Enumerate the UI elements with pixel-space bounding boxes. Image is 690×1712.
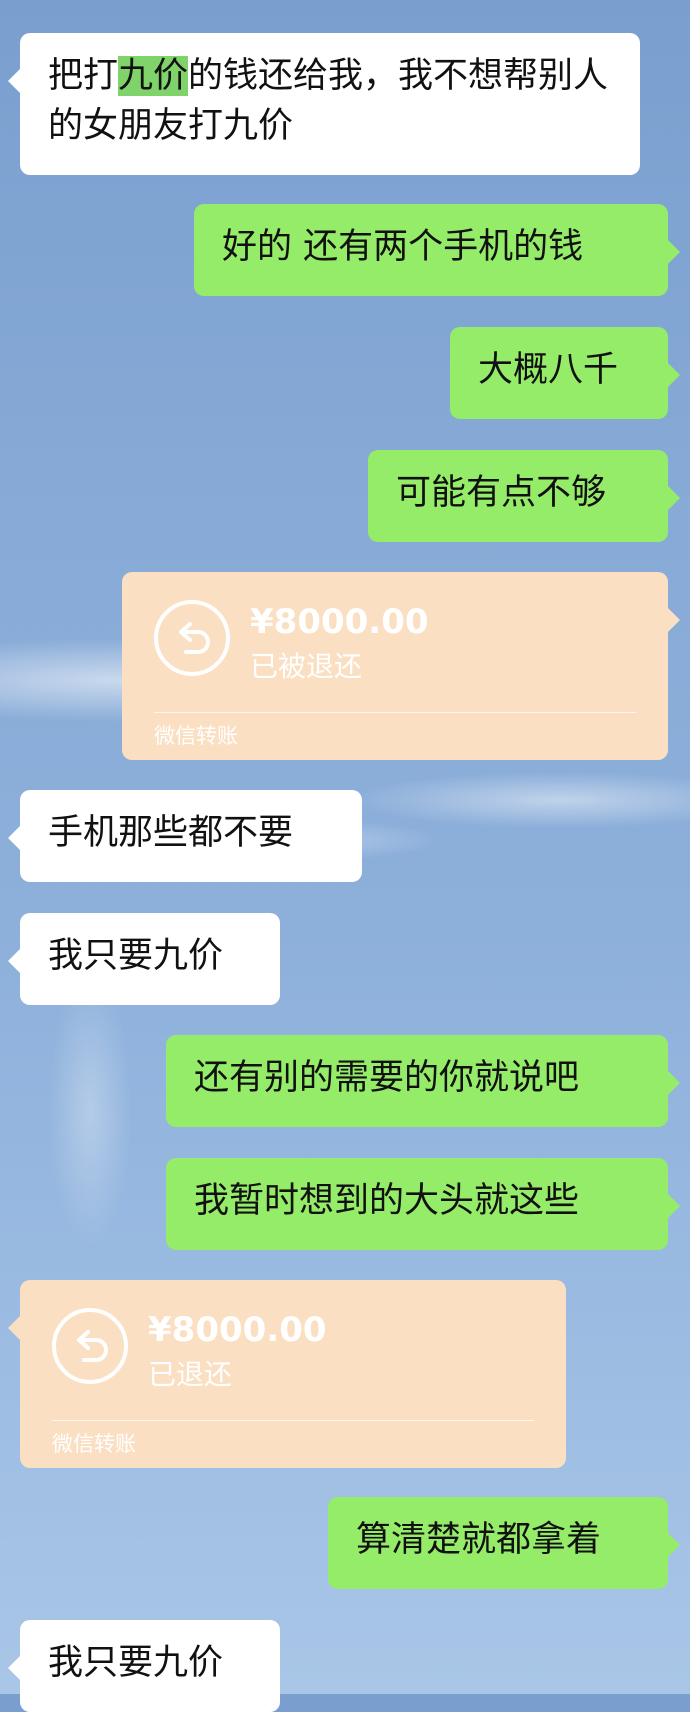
transfer-amount: ¥8000.00 (148, 1310, 327, 1350)
message-sent[interactable]: 还有别的需要的你就说吧 (166, 1035, 680, 1127)
message-text: 算清楚就都拿着 (356, 1520, 602, 1560)
message-received[interactable]: 我只要九价 (8, 913, 280, 1005)
message-text: 大概八千 (478, 350, 619, 390)
message-received[interactable]: 把打九价的钱还给我，我不想帮别人的女朋友打九价 (8, 33, 640, 175)
message-received[interactable]: 我只要九价 (8, 1620, 280, 1712)
message-sent[interactable]: 可能有点不够 (368, 450, 680, 542)
transfer-footer: 微信转账 (154, 724, 238, 748)
transfer-amount: ¥8000.00 (250, 602, 429, 642)
transfer-status: 已退还 (148, 1358, 233, 1391)
transfer-divider (154, 712, 636, 713)
message-sent[interactable]: 大概八千 (450, 327, 680, 419)
message-text: 手机那些都不要 (48, 813, 294, 853)
message-text: 我暂时想到的大头就这些 (194, 1181, 580, 1221)
message-text: 可能有点不够 (396, 473, 607, 513)
message-text: 好的 还有两个手机的钱 (222, 227, 584, 267)
refund-arrow-icon (52, 1308, 128, 1384)
transfer-footer: 微信转账 (52, 1432, 136, 1456)
message-text: 我只要九价 (48, 1643, 224, 1683)
message-text: 我只要九价 (48, 936, 224, 976)
message-sent[interactable]: 算清楚就都拿着 (328, 1497, 680, 1589)
transfer-card[interactable]: ¥8000.00 已退还 微信转账 (8, 1280, 566, 1468)
highlighted-text: 九价 (118, 56, 189, 96)
message-text-pre: 把打 (48, 56, 119, 96)
message-received[interactable]: 手机那些都不要 (8, 790, 362, 882)
chat-area: 把打九价的钱还给我，我不想帮别人的女朋友打九价 好的 还有两个手机的钱 大概八千… (0, 0, 690, 1712)
transfer-card[interactable]: ¥8000.00 已被退还 微信转账 (122, 572, 680, 760)
message-text: 还有别的需要的你就说吧 (194, 1058, 580, 1098)
transfer-status: 已被退还 (250, 650, 363, 683)
transfer-divider (52, 1420, 534, 1421)
refund-arrow-icon (154, 600, 230, 676)
message-sent[interactable]: 好的 还有两个手机的钱 (194, 204, 680, 296)
message-sent[interactable]: 我暂时想到的大头就这些 (166, 1158, 680, 1250)
